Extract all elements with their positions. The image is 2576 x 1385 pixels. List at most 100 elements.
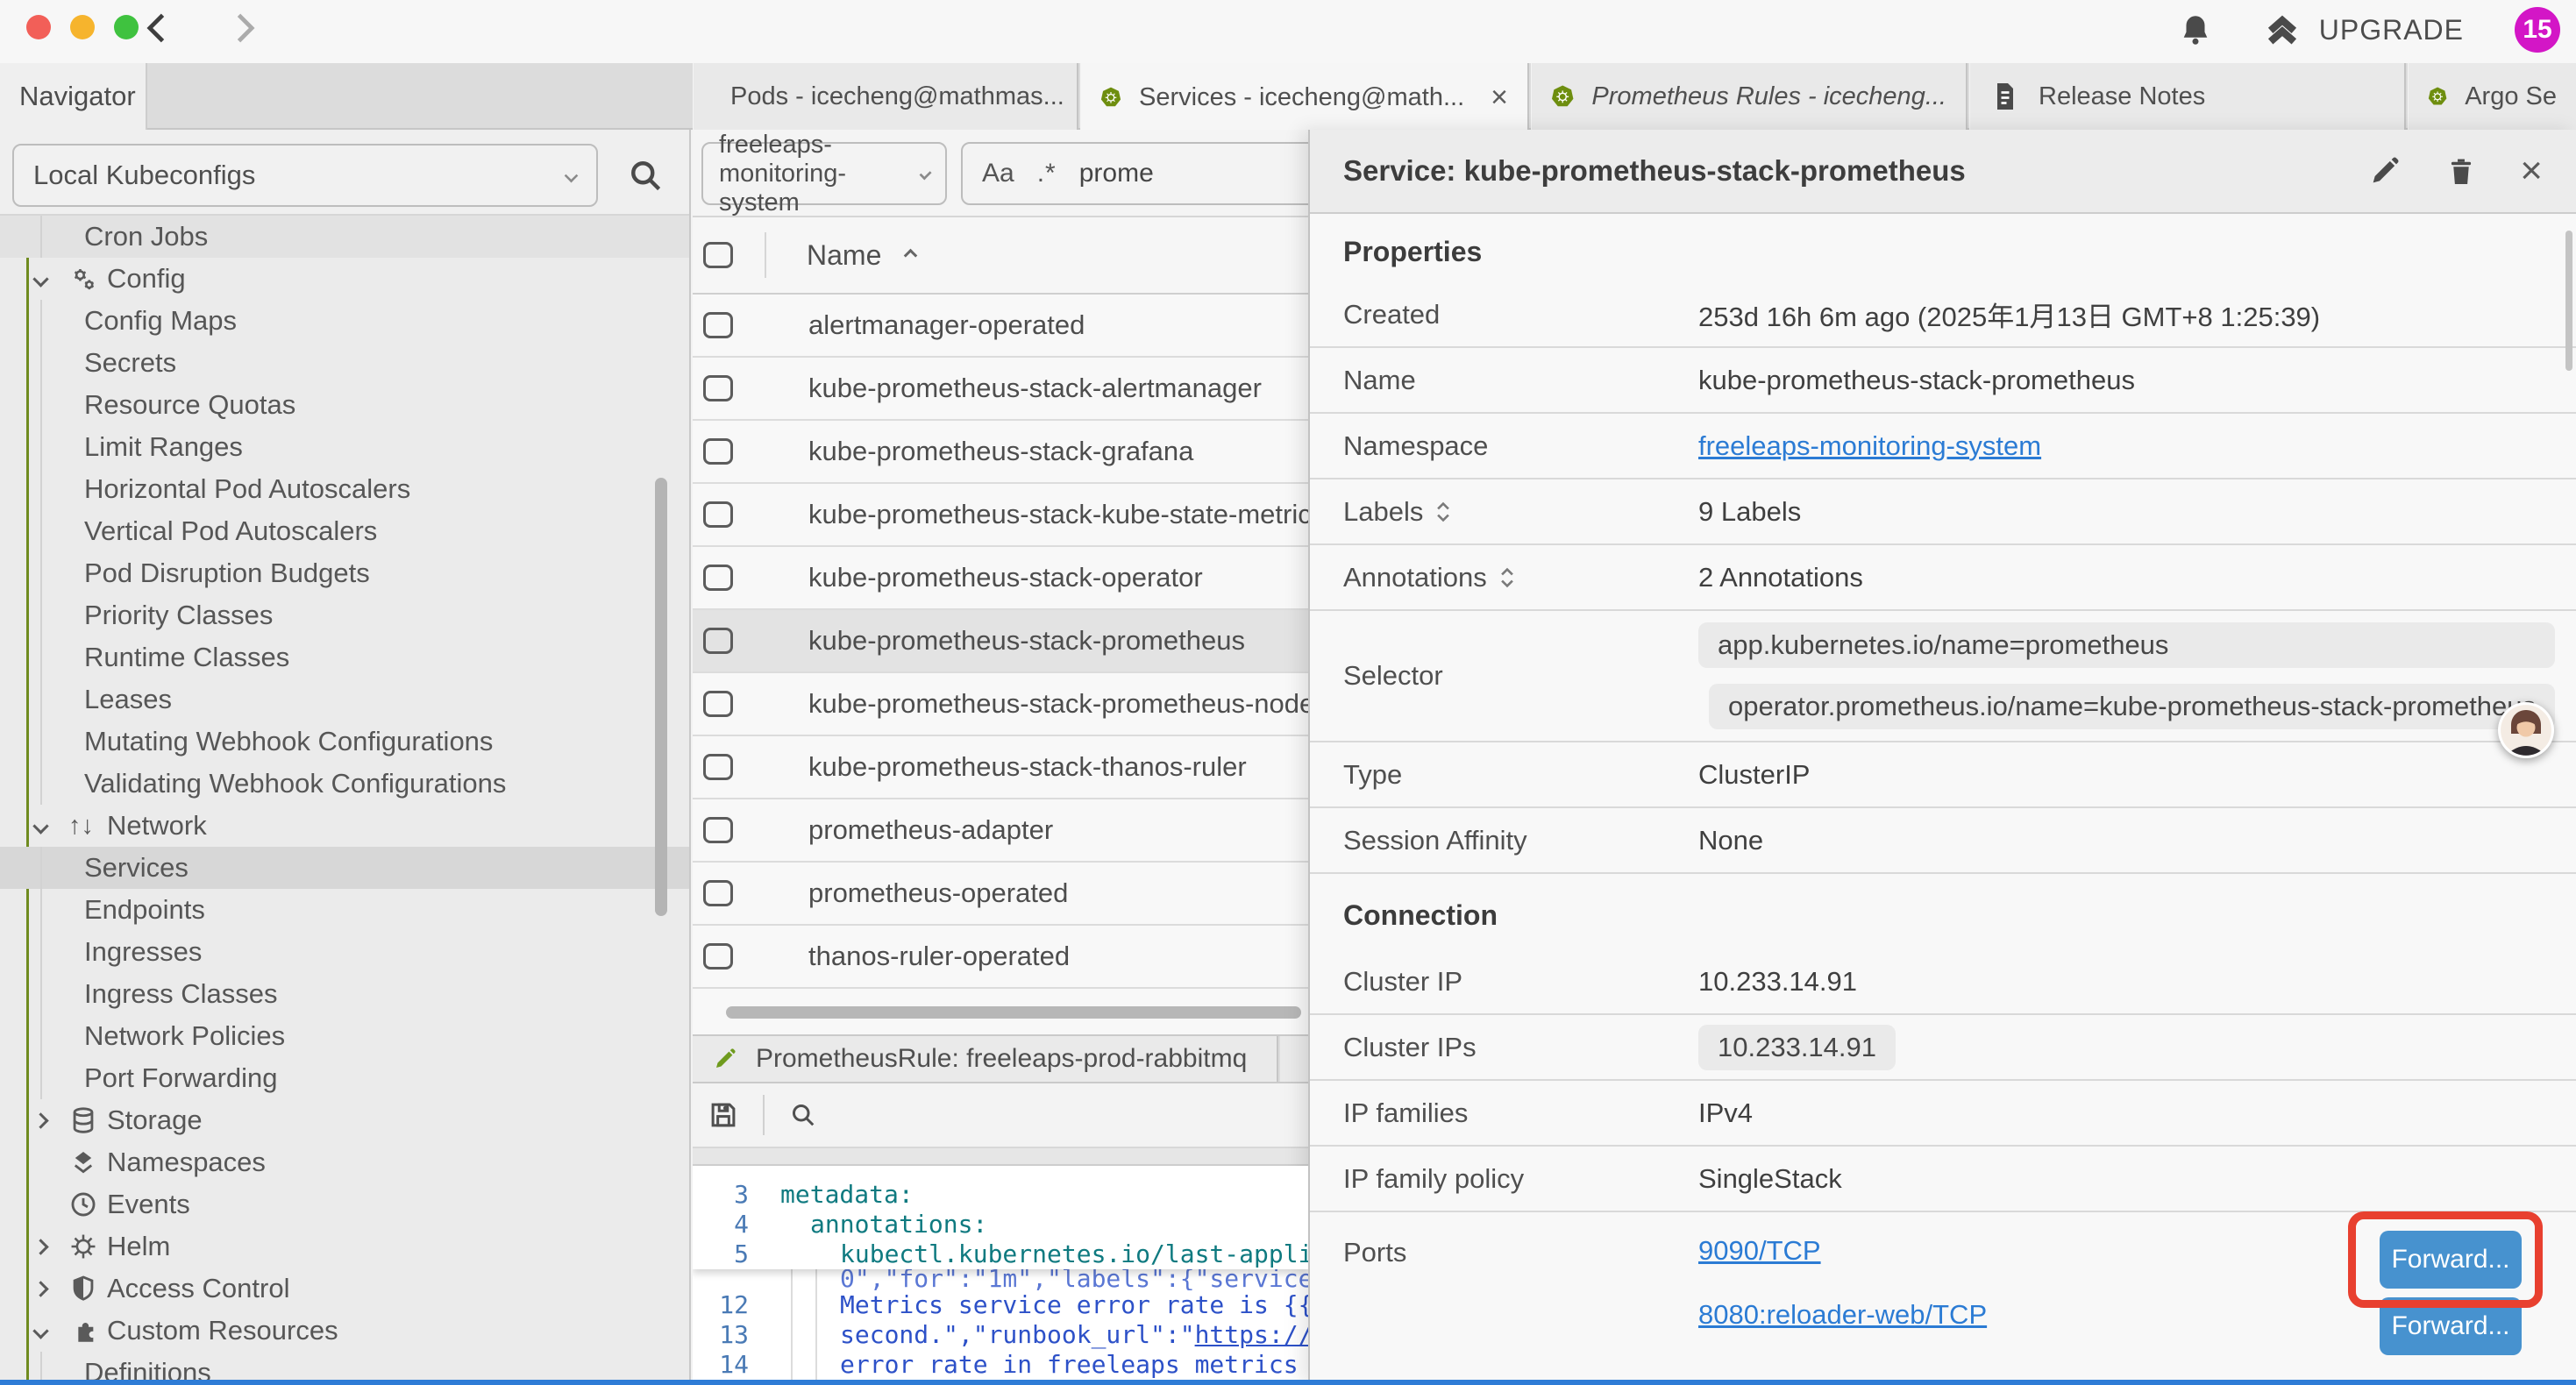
editor-tab-prometheusrule[interactable]: PrometheusRule: freeleaps-prod-rabbitmq — [693, 1036, 1278, 1082]
sidebar-item-secrets[interactable]: Secrets — [0, 342, 689, 384]
sidebar-item-leases[interactable]: Leases — [0, 678, 689, 721]
tab-prometheus-rules[interactable]: Prometheus Rules - icecheng... — [1531, 63, 1968, 130]
sidebar-group-config[interactable]: Config — [0, 258, 689, 300]
sidebar-item-namespaces[interactable]: Namespaces — [0, 1141, 689, 1183]
detail-scrollbar[interactable] — [2565, 231, 2572, 371]
expand-sort-icon[interactable] — [1499, 566, 1515, 589]
filter-input[interactable]: prome — [1079, 159, 1154, 188]
table-row[interactable]: prometheus-operated — [693, 863, 1308, 926]
sidebar-item-services[interactable]: Services — [0, 847, 689, 889]
table-row[interactable]: prometheus-adapter — [693, 799, 1308, 863]
table-row[interactable]: kube-prometheus-stack-operator — [693, 547, 1308, 610]
sidebar-item-ingress-classes[interactable]: Ingress Classes — [0, 973, 689, 1015]
table-row[interactable]: kube-prometheus-stack-prometheus-node-ex… — [693, 673, 1308, 736]
yaml-editor[interactable]: 3metadata: 4annotations: 5kubectl.kubern… — [693, 1166, 1308, 1385]
tab-release-notes[interactable]: Release Notes — [1969, 63, 2406, 130]
column-header-name[interactable]: Name — [807, 239, 881, 272]
table-row[interactable]: thanos-ruler-operated — [693, 926, 1308, 989]
indent-guide — [815, 1269, 817, 1385]
sidebar-item-network-policies[interactable]: Network Policies — [0, 1015, 689, 1057]
kubeconfig-selector[interactable]: Local Kubeconfigs — [12, 144, 598, 207]
cluster-ip-chip[interactable]: 10.233.14.91 — [1698, 1025, 1896, 1070]
close-window-button[interactable] — [26, 15, 51, 39]
selector-chip[interactable]: app.kubernetes.io/name=prometheus — [1698, 622, 2555, 668]
sidebar-item-limit-ranges[interactable]: Limit Ranges — [0, 426, 689, 468]
sidebar-group-custom-resources[interactable]: Custom Resources — [0, 1310, 689, 1352]
upgrade-button[interactable]: UPGRADE — [2265, 12, 2464, 47]
row-checkbox[interactable] — [703, 375, 733, 401]
port-link-9090[interactable]: 9090/TCP — [1698, 1233, 1987, 1268]
minimize-window-button[interactable] — [70, 15, 95, 39]
close-tab-icon[interactable]: × — [1491, 81, 1508, 115]
maximize-window-button[interactable] — [114, 15, 139, 39]
runbook-url-link[interactable]: https://net — [1195, 1320, 1308, 1349]
sidebar-group-network[interactable]: ↑↓ Network — [0, 805, 689, 847]
sidebar-group-access-control[interactable]: Access Control — [0, 1268, 689, 1310]
table-row[interactable]: alertmanager-operated — [693, 295, 1308, 358]
expand-sort-icon[interactable] — [1435, 501, 1451, 523]
tab-services[interactable]: Services - icecheng@math... × — [1080, 63, 1529, 131]
back-icon[interactable] — [139, 9, 177, 47]
row-checkbox[interactable] — [703, 943, 733, 970]
sidebar-item-config-maps[interactable]: Config Maps — [0, 300, 689, 342]
namespace-selector[interactable]: freeleaps-monitoring-system — [701, 142, 947, 205]
tab-argo[interactable]: Argo Se — [2408, 63, 2576, 130]
row-checkbox[interactable] — [703, 501, 733, 528]
match-case-icon[interactable]: Aa — [982, 159, 1014, 188]
port-link-8080[interactable]: 8080:reloader-web/TCP — [1698, 1297, 1987, 1332]
save-icon[interactable] — [707, 1098, 740, 1132]
filter-box[interactable]: Aa .* prome — [961, 142, 1308, 205]
horizontal-scrollbar[interactable] — [726, 1006, 1301, 1019]
sort-ascending-icon[interactable] — [904, 248, 918, 262]
sidebar-item-resource-quotas[interactable]: Resource Quotas — [0, 384, 689, 426]
table-row[interactable]: kube-prometheus-stack-kube-state-metrics — [693, 484, 1308, 547]
table-row-selected[interactable]: kube-prometheus-stack-prometheus — [693, 610, 1308, 673]
close-panel-icon[interactable]: × — [2520, 152, 2543, 190]
sidebar-item-runtime-classes[interactable]: Runtime Classes — [0, 636, 689, 678]
code-line: 3metadata: — [693, 1180, 1308, 1210]
regex-icon[interactable]: .* — [1037, 159, 1057, 188]
kubernetes-icon — [1551, 80, 1574, 113]
edit-icon[interactable] — [2367, 153, 2402, 188]
row-checkbox[interactable] — [703, 628, 733, 654]
row-checkbox[interactable] — [703, 691, 733, 717]
notification-badge[interactable]: 15 — [2515, 7, 2560, 53]
sidebar-item-vertical-pod-autoscalers[interactable]: Vertical Pod Autoscalers — [0, 510, 689, 552]
sidebar-item-ingresses[interactable]: Ingresses — [0, 931, 689, 973]
table-row[interactable]: kube-prometheus-stack-thanos-ruler — [693, 736, 1308, 799]
sidebar-item-mutating-webhook-configurations[interactable]: Mutating Webhook Configurations — [0, 721, 689, 763]
row-checkbox[interactable] — [703, 312, 733, 338]
editor-tab-2[interactable] — [1280, 1036, 1308, 1082]
namespace-link[interactable]: freeleaps-monitoring-system — [1698, 430, 2041, 462]
selector-chip[interactable]: operator.prometheus.io/name=kube-prometh… — [1709, 684, 2555, 729]
sidebar-item-pod-disruption-budgets[interactable]: Pod Disruption Budgets — [0, 552, 689, 594]
table-row[interactable]: kube-prometheus-stack-grafana — [693, 421, 1308, 484]
assistant-avatar[interactable] — [2498, 702, 2554, 758]
detail-row-labels: Labels 9 Labels — [1310, 479, 2576, 545]
sidebar-item-horizontal-pod-autoscalers[interactable]: Horizontal Pod Autoscalers — [0, 468, 689, 510]
sidebar-item-endpoints[interactable]: Endpoints — [0, 889, 689, 931]
sidebar-item-validating-webhook-configurations[interactable]: Validating Webhook Configurations — [0, 763, 689, 805]
editor-search-icon[interactable] — [787, 1099, 819, 1131]
select-all-checkbox[interactable] — [703, 242, 733, 268]
bell-icon[interactable] — [2177, 11, 2214, 48]
row-checkbox[interactable] — [703, 817, 733, 843]
sidebar-scrollbar[interactable] — [655, 478, 667, 916]
delete-icon[interactable] — [2444, 153, 2478, 188]
sidebar-item-priority-classes[interactable]: Priority Classes — [0, 594, 689, 636]
row-checkbox[interactable] — [703, 754, 733, 780]
row-checkbox[interactable] — [703, 565, 733, 591]
search-icon[interactable] — [626, 156, 665, 195]
sidebar-item-events[interactable]: Events — [0, 1183, 689, 1225]
tab-pods[interactable]: Pods - icecheng@mathmas... — [693, 63, 1078, 130]
sidebar-group-storage[interactable]: Storage — [0, 1099, 689, 1141]
sidebar-item-port-forwarding[interactable]: Port Forwarding — [0, 1057, 689, 1099]
chevron-down-icon — [32, 1323, 48, 1339]
row-checkbox[interactable] — [703, 438, 733, 465]
forward-icon[interactable] — [224, 9, 263, 47]
table-row[interactable]: kube-prometheus-stack-alertmanager — [693, 358, 1308, 421]
sidebar-item-cron-jobs[interactable]: Cron Jobs — [0, 216, 689, 258]
tab-navigator[interactable]: Navigator — [0, 63, 147, 130]
sidebar-group-helm[interactable]: Helm — [0, 1225, 689, 1268]
row-checkbox[interactable] — [703, 880, 733, 906]
